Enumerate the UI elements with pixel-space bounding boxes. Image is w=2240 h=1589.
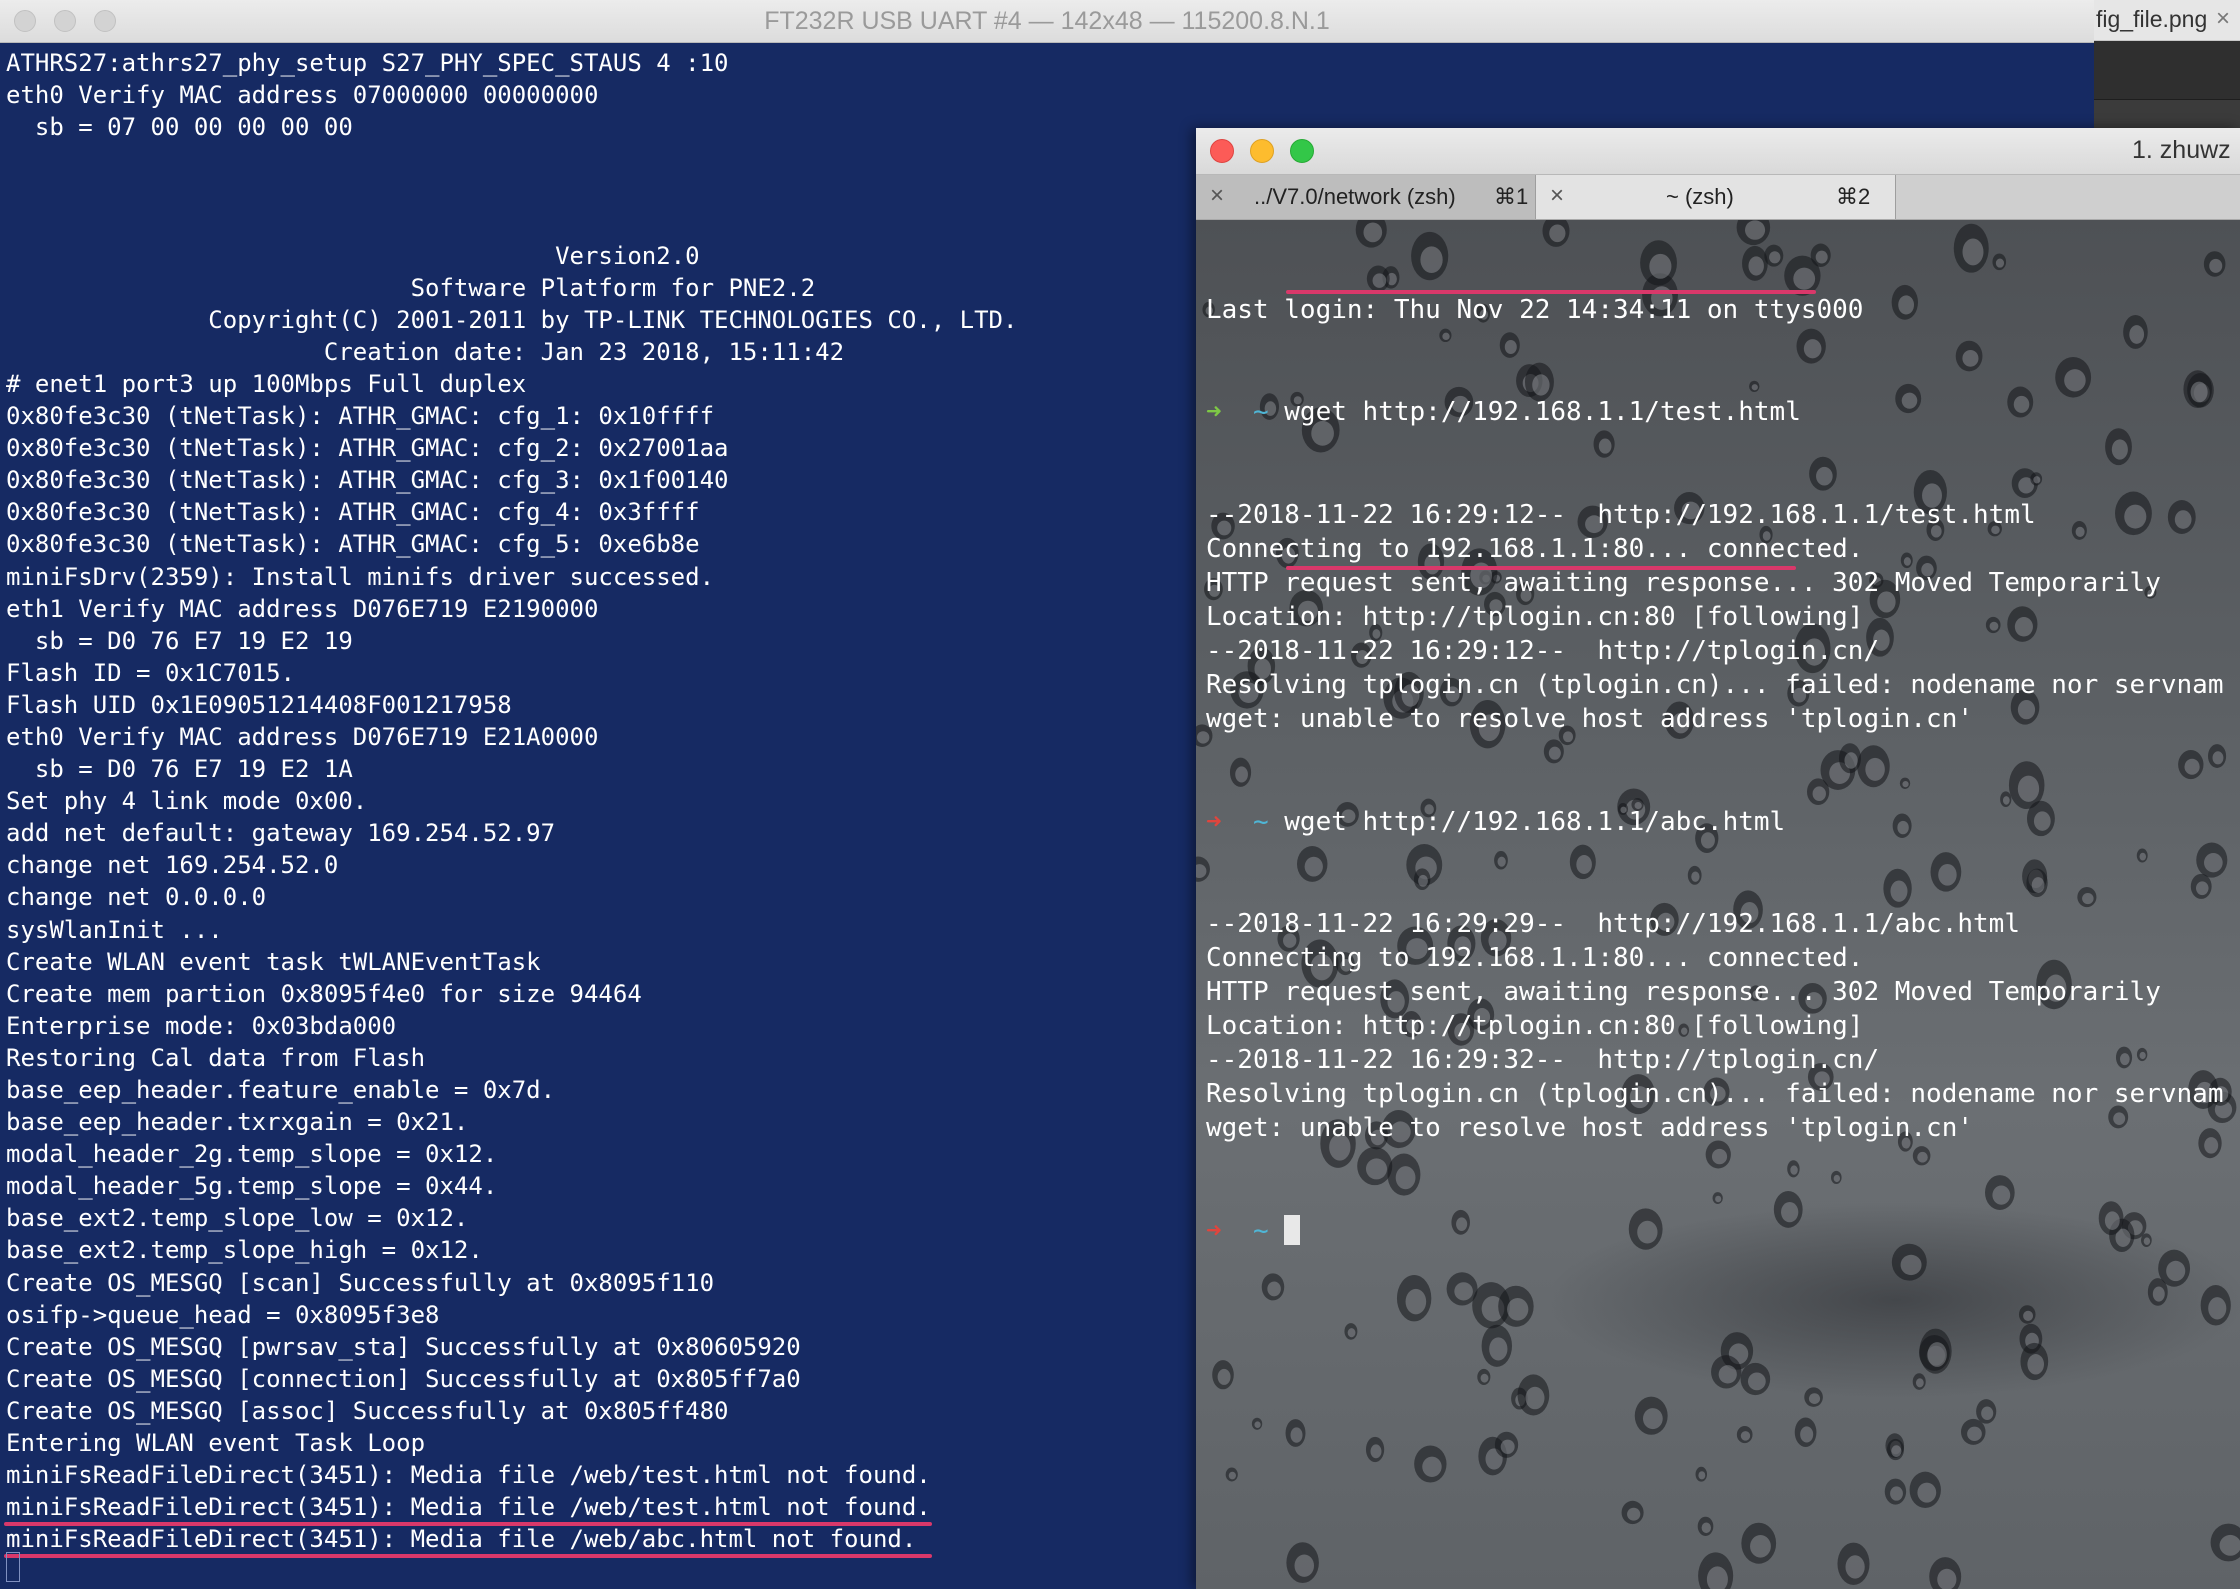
tab-shortcut: ⌘2	[1836, 184, 1871, 209]
minimize-window-button[interactable]	[1250, 139, 1274, 163]
background-tab-label[interactable]: fig_file.png	[2096, 6, 2207, 33]
tab-network-zsh[interactable]: × ../V7.0/network (zsh) ⌘1	[1196, 175, 1536, 219]
prompt-line: ➜ ~ wget http://192.168.1.1/abc.html	[1206, 805, 2240, 839]
command-output: --2018-11-22 16:29:12-- http://192.168.1…	[1206, 498, 2240, 737]
iterm-titlebar[interactable]: 1. zhuwz	[1196, 128, 2240, 175]
command-text: wget http://192.168.1.1/abc.html	[1284, 806, 1786, 837]
output-line: Location: http://tplogin.cn:80 [followin…	[1206, 602, 1864, 633]
console-line: eth0 Verify MAC address 07000000 0000000…	[6, 81, 599, 110]
last-login-line: Last login: Thu Nov 22 14:34:11 on ttys0…	[1206, 295, 1864, 326]
prompt-cwd: ~	[1252, 1215, 1269, 1246]
serial-titlebar[interactable]: FT232R USB UART #4 — 142x48 — 115200.8.N…	[0, 0, 2094, 43]
prompt-cwd: ~	[1252, 806, 1269, 837]
prompt-arrow-icon: ➜	[1206, 1215, 1222, 1246]
output-line: --2018-11-22 16:29:32-- http://tplogin.c…	[1206, 1045, 1880, 1076]
prompt-arrow-icon: ➜	[1206, 806, 1222, 837]
output-line: wget: unable to resolve host address 'tp…	[1206, 704, 1974, 735]
terminal-cursor	[6, 1552, 20, 1582]
tab-label: ~ (zsh)	[1666, 184, 1734, 209]
output-line: Connecting to 192.168.1.1:80... connecte…	[1206, 533, 1864, 564]
command-text: wget http://192.168.1.1/test.html	[1284, 397, 1801, 428]
prompt-line: ➜ ~ wget http://192.168.1.1/test.html	[1206, 395, 2240, 429]
zoom-window-button[interactable]	[1290, 139, 1314, 163]
prompt-line: ➜ ~	[1206, 1214, 2240, 1248]
output-line: Resolving tplogin.cn (tplogin.cn)... fai…	[1206, 670, 2224, 701]
command-output: --2018-11-22 16:29:29-- http://192.168.1…	[1206, 907, 2240, 1146]
zsh-session-output[interactable]: Last login: Thu Nov 22 14:34:11 on ttys0…	[1206, 225, 2240, 1589]
tab-label: ../V7.0/network (zsh)	[1254, 184, 1456, 209]
background-image-window: fig_file.png ×	[2094, 0, 2240, 130]
annotation-underline	[4, 1554, 932, 1558]
close-window-button[interactable]	[1210, 139, 1234, 163]
annotation-underline	[1286, 566, 1796, 570]
annotation-underline	[1286, 290, 1816, 294]
background-toolbar	[2094, 41, 2240, 100]
close-icon[interactable]: ×	[2216, 5, 2230, 33]
output-line: --2018-11-22 16:29:12-- http://tplogin.c…	[1206, 636, 1880, 667]
iterm-window[interactable]: 1. zhuwz × ../V7.0/network (zsh) ⌘1 × ~ …	[1196, 128, 2240, 1589]
annotation-underline	[4, 1522, 932, 1526]
tab-home-zsh[interactable]: × ~ (zsh) ⌘2	[1536, 175, 1896, 219]
output-line: wget: unable to resolve host address 'tp…	[1206, 1113, 1974, 1144]
close-icon[interactable]: ×	[1210, 182, 1224, 210]
output-line: --2018-11-22 16:29:29-- http://192.168.1…	[1206, 908, 2020, 939]
output-line: Connecting to 192.168.1.1:80... connecte…	[1206, 942, 1864, 973]
iterm-tab-bar: × ../V7.0/network (zsh) ⌘1 × ~ (zsh) ⌘2	[1196, 175, 2240, 220]
prompt-arrow-icon: ➜	[1206, 397, 1222, 428]
output-line: HTTP request sent, awaiting response... …	[1206, 977, 2161, 1008]
serial-window-title: FT232R USB UART #4 — 142x48 — 115200.8.N…	[764, 7, 1330, 35]
close-icon[interactable]: ×	[1550, 182, 1564, 210]
output-line: Location: http://tplogin.cn:80 [followin…	[1206, 1011, 1864, 1042]
output-line: Resolving tplogin.cn (tplogin.cn)... fai…	[1206, 1079, 2224, 1110]
terminal-cursor	[1284, 1214, 1301, 1245]
background-tab-bar: fig_file.png ×	[2094, 0, 2240, 41]
tab-shortcut: ⌘1	[1494, 184, 1529, 209]
prompt-cwd: ~	[1252, 397, 1269, 428]
iterm-window-title: 1. zhuwz	[2132, 136, 2231, 164]
console-line: ATHRS27:athrs27_phy_setup S27_PHY_SPEC_S…	[6, 49, 729, 77]
output-line: HTTP request sent, awaiting response... …	[1206, 567, 2161, 598]
output-line: --2018-11-22 16:29:12-- http://192.168.1…	[1206, 499, 2036, 530]
